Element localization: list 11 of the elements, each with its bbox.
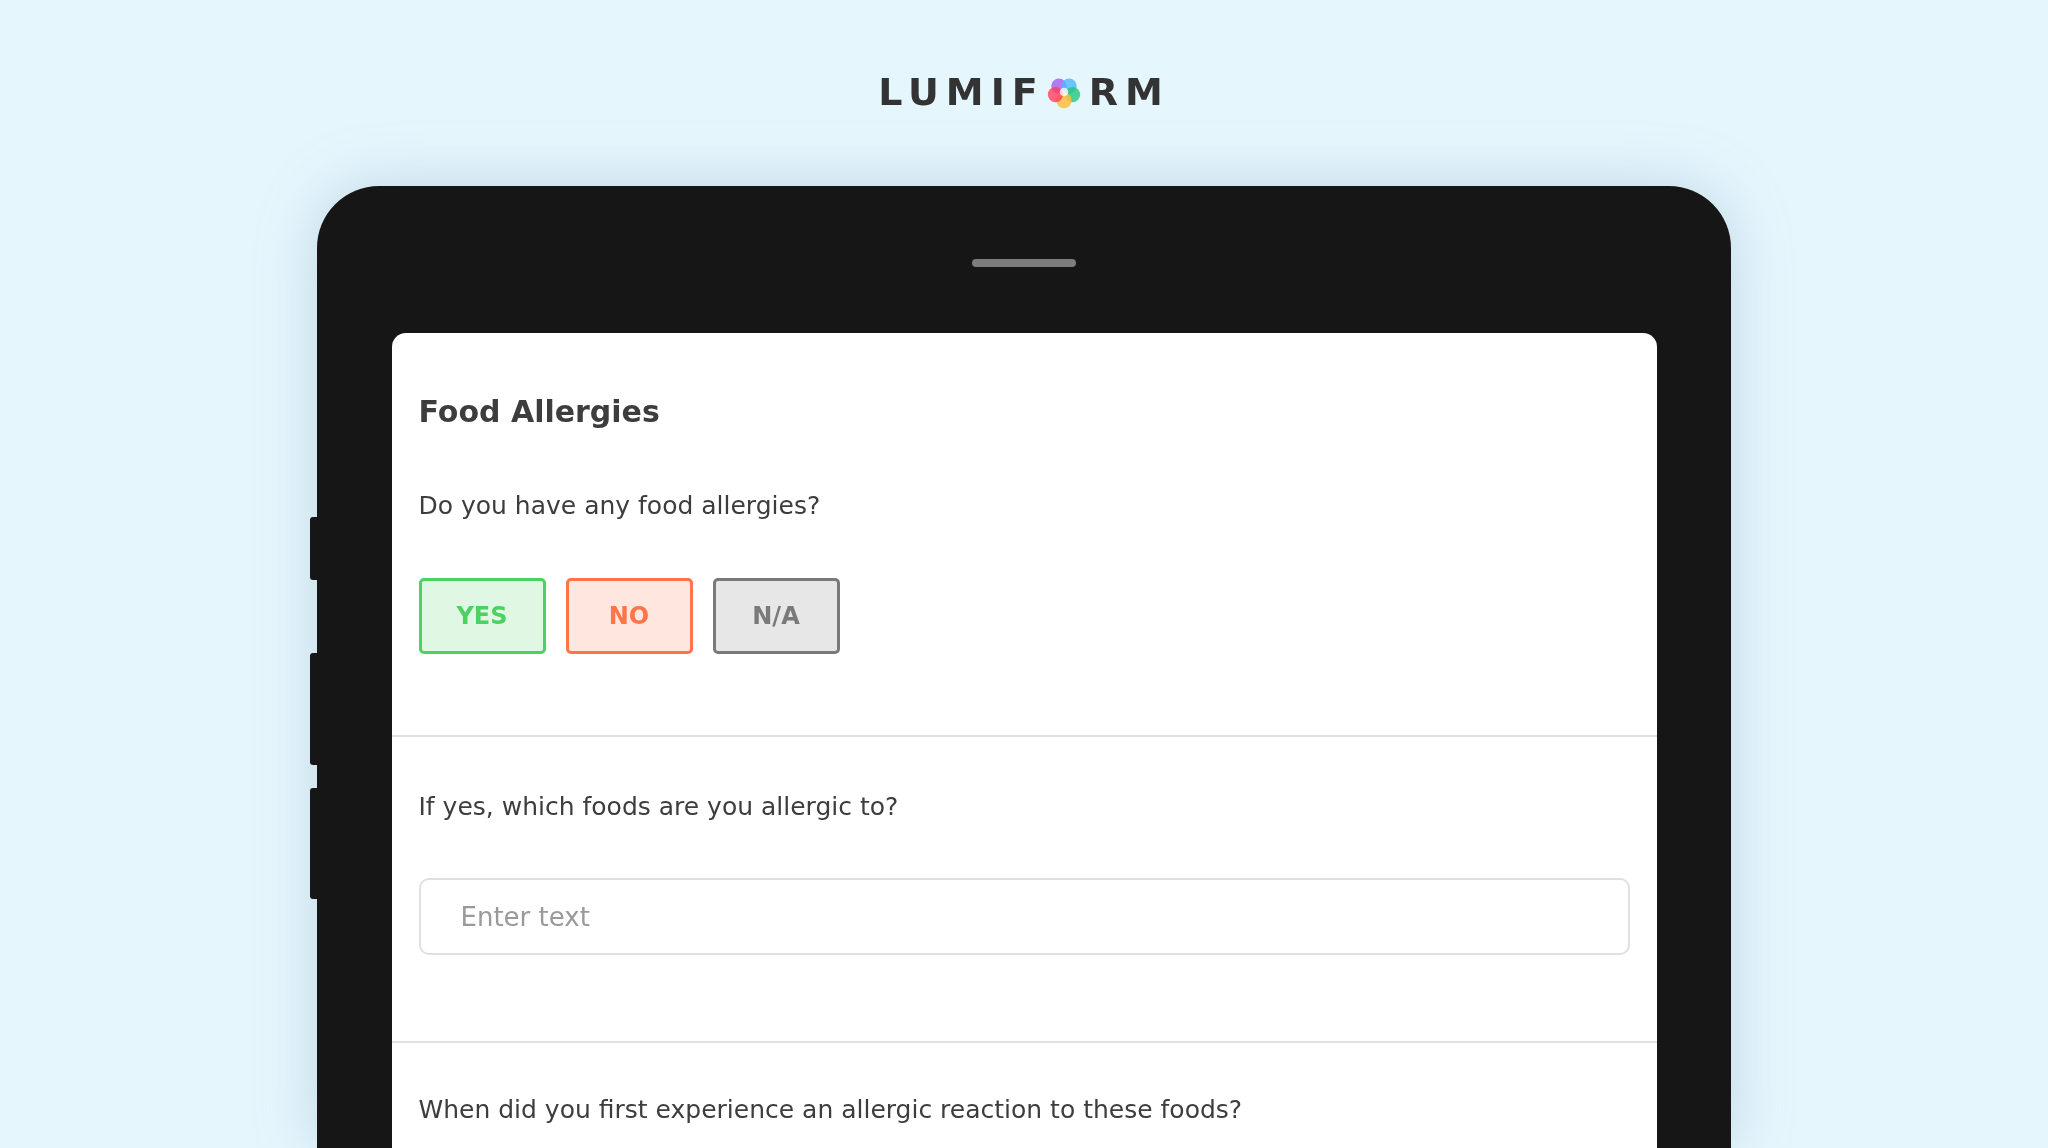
text-field[interactable]: Enter text	[418, 878, 1630, 955]
question-text: Do you have any food allergies?	[418, 491, 821, 520]
logo-text: RM	[1088, 70, 1170, 114]
question-text: When did you first experience an allergic reaction to these foods?	[418, 1095, 1243, 1124]
logo-text: LUMIF	[878, 70, 1045, 114]
form-title: Food Allergies	[418, 394, 660, 429]
answer-button[interactable]: YES	[418, 578, 546, 654]
answer-button[interactable]: N/A	[712, 578, 840, 654]
flower-icon	[1046, 75, 1081, 109]
question-text: If yes, which foods are you allergic to?	[418, 792, 899, 821]
answer-button[interactable]: NO	[565, 578, 693, 654]
